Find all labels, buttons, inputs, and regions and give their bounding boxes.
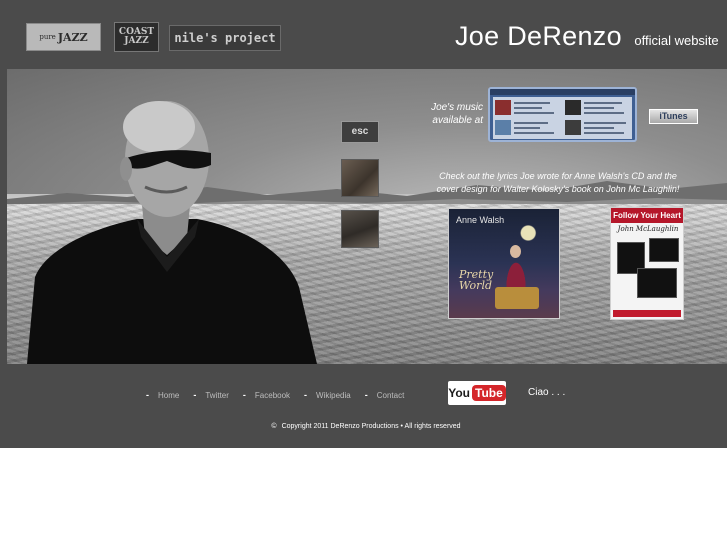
copyright-symbol: © [271,423,277,430]
itunes-album-item [565,119,629,137]
pure-jazz-logo[interactable]: pure JAZZ [26,23,101,51]
copyright-text: Copyright 2011 DeRenzo Productions • All… [281,423,461,430]
esc-label: esc [351,126,369,137]
album-chair [495,287,539,309]
nav-link-twitter[interactable]: Twitter [205,391,229,400]
nav-bullet: - [364,390,368,400]
nav-bullet: - [146,390,149,400]
page: pure JAZZ COAST JAZZ nile's project Joe … [0,0,727,545]
niles-project-logo-text: nile's project [174,31,276,45]
footer-nav: - Home - Twitter - Facebook - Wikipedia … [146,389,418,401]
nav-item-wikipedia[interactable]: - Wikipedia [304,390,365,400]
coast-logo-line2: JAZZ [124,36,149,46]
page-blank-area [0,448,727,545]
itunes-link-button[interactable]: iTunes [649,109,698,124]
album-title-line2: World [459,279,492,292]
anne-walsh-album-cover[interactable]: Anne Walsh Pretty World [448,208,560,319]
ciao-text: Ciao . . . [528,387,566,398]
album-art-icon [495,120,511,135]
nav-item-contact[interactable]: - Contact [365,390,419,400]
site-title: Joe DeRenzo official website [455,21,719,52]
copyright-notice: © Copyright 2011 DeRenzo Productions • Al… [0,423,727,430]
itunes-album-list [493,97,632,139]
itunes-album-item [495,99,559,117]
itunes-button-label: iTunes [659,111,688,121]
nav-bullet: - [193,390,197,400]
nav-link-home[interactable]: Home [158,391,179,400]
coast-jazz-logo[interactable]: COAST JAZZ [114,22,159,52]
nav-bullet: - [242,390,246,400]
book-photo-3 [637,268,677,298]
book-photo-2 [649,238,679,262]
nav-link-contact[interactable]: Contact [377,391,405,400]
book-footer-bar [613,310,681,317]
nav-item-home[interactable]: - Home [146,390,193,400]
site-subtitle: official website [634,33,719,48]
itunes-album-item [495,119,559,137]
album-artist-text: Anne Walsh [456,215,505,225]
youtube-logo-tube: Tube [472,385,506,401]
music-label-line2: available at [432,115,483,126]
nav-item-facebook[interactable]: - Facebook [243,390,304,400]
photo-thumbnail-1[interactable] [341,159,379,197]
follow-your-heart-book-cover[interactable]: Follow Your Heart John McLaughlin [610,207,684,320]
album-title-script: Pretty World [459,269,493,291]
youtube-logo-you: You [448,386,470,400]
book-subject: John McLaughlin [617,225,679,233]
hero-photo-panel: esc Joe's music available at iTunes Chec… [7,69,727,364]
itunes-album-item [565,99,629,117]
album-art-icon [565,100,581,115]
album-art-icon [495,100,511,115]
itunes-store-screenshot[interactable] [488,87,637,142]
nav-bullet: - [304,390,308,400]
album-art-icon [565,120,581,135]
youtube-icon[interactable]: You Tube [448,381,506,405]
photo-thumbnail-2[interactable] [341,210,379,248]
pure-jazz-logo-small-text: pure [39,33,56,41]
joe-derenzo-portrait [27,101,317,364]
niles-project-logo[interactable]: nile's project [169,25,281,51]
music-available-label: Joe's music available at [419,101,483,127]
book-title-banner: Follow Your Heart [611,208,683,223]
site-name: Joe DeRenzo [455,21,622,51]
pure-jazz-logo-text: JAZZ [57,30,88,44]
nav-link-wikipedia[interactable]: Wikipedia [316,391,351,400]
album-figure-head [510,245,521,258]
lyrics-promo-text: Check out the lyrics Joe wrote for Anne … [436,171,680,194]
esc-records-thumbnail[interactable]: esc [341,121,379,143]
music-label-line1: Joe's music [431,102,483,113]
nav-item-twitter[interactable]: - Twitter [193,390,243,400]
itunes-window-titlebar [490,89,635,95]
nav-link-facebook[interactable]: Facebook [255,391,290,400]
